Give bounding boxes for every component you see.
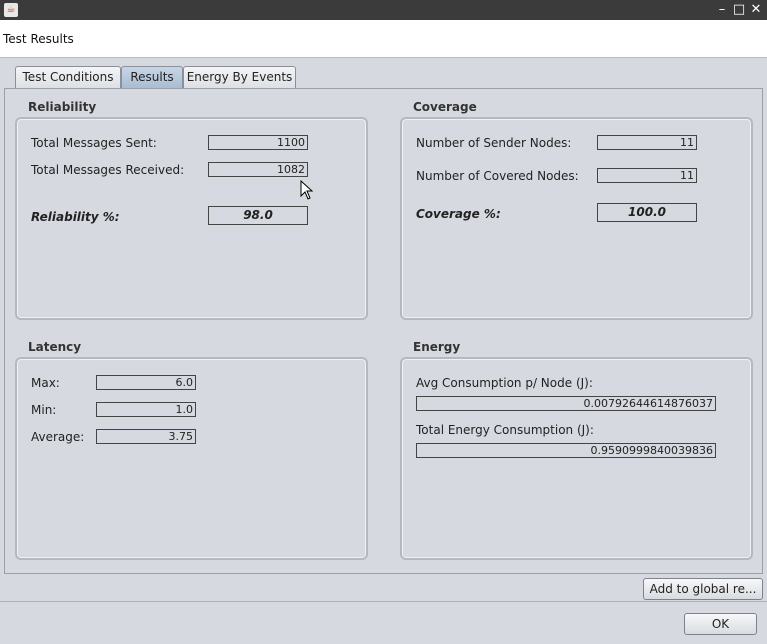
max-label: Max:: [31, 376, 60, 390]
minimize-icon[interactable]: –: [713, 1, 731, 19]
avg-consumption-field[interactable]: 0.00792644614876037: [416, 396, 716, 411]
ok-button[interactable]: OK: [684, 613, 757, 635]
java-cup-icon: ☕: [4, 3, 18, 17]
reliability-pct-field[interactable]: 98.0: [208, 206, 308, 225]
header-area: [0, 20, 767, 58]
add-to-global-button[interactable]: Add to global re...: [643, 578, 763, 600]
sender-label: Number of Sender Nodes:: [416, 136, 572, 150]
total-energy-label: Total Energy Consumption (J):: [416, 423, 594, 437]
min-label: Min:: [31, 403, 57, 417]
tab-results[interactable]: Results: [121, 66, 183, 88]
coverage-pct-label: Coverage %:: [416, 207, 501, 221]
mouse-cursor-icon: [300, 180, 314, 200]
separator: [0, 601, 767, 602]
close-icon[interactable]: ✕: [747, 1, 765, 19]
received-field[interactable]: 1082: [208, 162, 308, 177]
total-energy-field[interactable]: 0.9590999840039836: [416, 443, 716, 458]
reliability-title: Reliability: [28, 100, 97, 114]
sent-label: Total Messages Sent:: [31, 136, 157, 150]
avg-field[interactable]: 3.75: [96, 429, 196, 444]
covered-field[interactable]: 11: [597, 168, 697, 183]
window-titlebar[interactable]: [0, 0, 767, 20]
coverage-pct-field[interactable]: 100.0: [597, 203, 697, 222]
maximize-icon[interactable]: □: [730, 1, 748, 19]
latency-title: Latency: [28, 340, 82, 354]
sent-field[interactable]: 1100: [208, 135, 308, 150]
covered-label: Number of Covered Nodes:: [416, 169, 579, 183]
reliability-pct-label: Reliability %:: [31, 210, 120, 224]
avg-label: Average:: [31, 430, 85, 444]
coverage-title: Coverage: [413, 100, 477, 114]
page-title: Test Results: [3, 32, 74, 46]
sender-field[interactable]: 11: [597, 135, 697, 150]
max-field[interactable]: 6.0: [96, 375, 196, 390]
min-field[interactable]: 1.0: [96, 402, 196, 417]
tab-energy-by-events[interactable]: Energy By Events: [183, 66, 296, 88]
received-label: Total Messages Received:: [31, 163, 185, 177]
energy-title: Energy: [413, 340, 461, 354]
tab-test-conditions[interactable]: Test Conditions: [15, 66, 121, 88]
avg-consumption-label: Avg Consumption p/ Node (J):: [416, 376, 593, 390]
